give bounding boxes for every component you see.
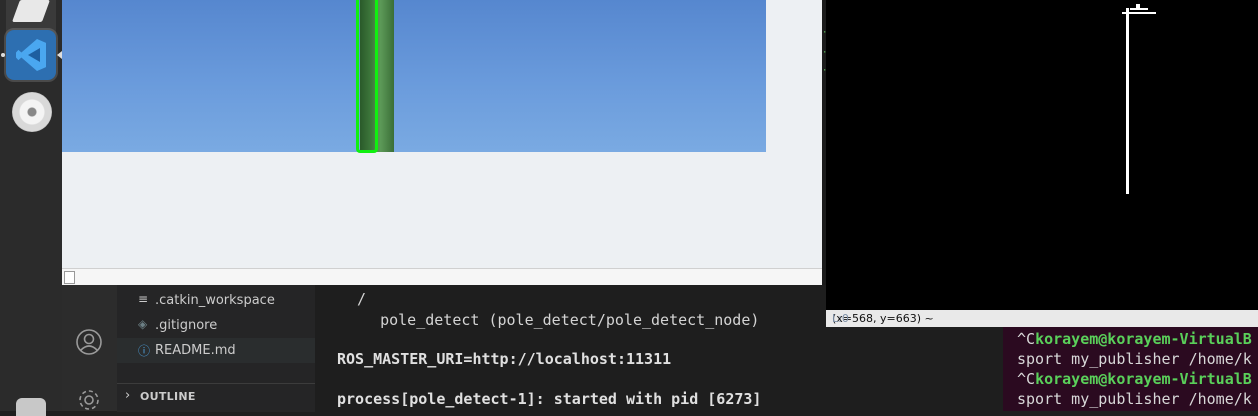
integrated-terminal[interactable]: / pole_detect (pole_detect/pole_detect_n…	[315, 285, 826, 411]
camera-image	[62, 0, 766, 153]
terminal-line: sport my_publisher /home/k	[1017, 350, 1252, 368]
vscode-icon[interactable]	[4, 28, 58, 82]
mask-pole-line	[1126, 8, 1129, 194]
outline-label: OUTLINE	[140, 390, 196, 403]
terminal-line: ^Ckorayem@korayem-VirtualB	[1017, 330, 1252, 348]
dock	[0, 0, 62, 416]
terminal-line: ^Ckorayem@korayem-VirtualB	[1017, 370, 1252, 388]
file-name: README.md	[155, 343, 236, 358]
mask-top-blob	[1118, 2, 1158, 18]
terminal-line: /	[357, 290, 367, 308]
terminal-line: pole_detect (pole_detect/pole_detect_nod…	[353, 311, 760, 329]
checkbox[interactable]	[64, 271, 75, 284]
disc-icon[interactable]	[6, 88, 56, 138]
file-name: .catkin_workspace	[155, 293, 275, 308]
detection-box	[356, 0, 378, 153]
terminal-background	[826, 327, 1003, 411]
image-viewer-window	[62, 0, 822, 286]
running-indicator	[1, 53, 5, 57]
terminal-line: ROS_MASTER_URI=http://localhost:11311	[337, 350, 672, 368]
mask-status-bar: (x=568, y=663) ~ L:0	[826, 310, 1258, 327]
git-icon: ◈	[138, 317, 148, 331]
mask-image-window	[826, 0, 1258, 310]
level-readout: L:0	[832, 312, 849, 325]
file-item[interactable]: ⓘ README.md	[117, 338, 315, 363]
file-item[interactable]: ≡ .catkin_workspace	[117, 288, 315, 313]
outline-section[interactable]: › OUTLINE	[117, 383, 315, 412]
drive-icon[interactable]	[16, 398, 46, 416]
ubuntu-terminal[interactable]: ^Ckorayem@korayem-VirtualB sport my_publ…	[1003, 327, 1258, 411]
chevron-right-icon: ›	[125, 388, 131, 403]
file-icon: ≡	[138, 292, 149, 306]
viewer-status-bar	[62, 268, 822, 286]
terminal-line: sport my_publisher /home/k	[1017, 390, 1252, 408]
account-icon[interactable]	[74, 327, 104, 357]
file-name: .gitignore	[155, 318, 218, 333]
info-icon: ⓘ	[138, 344, 151, 358]
terminal-line: process[pole_detect-1]: started with pid…	[337, 390, 762, 408]
file-item[interactable]: ◈ .gitignore	[117, 313, 315, 338]
